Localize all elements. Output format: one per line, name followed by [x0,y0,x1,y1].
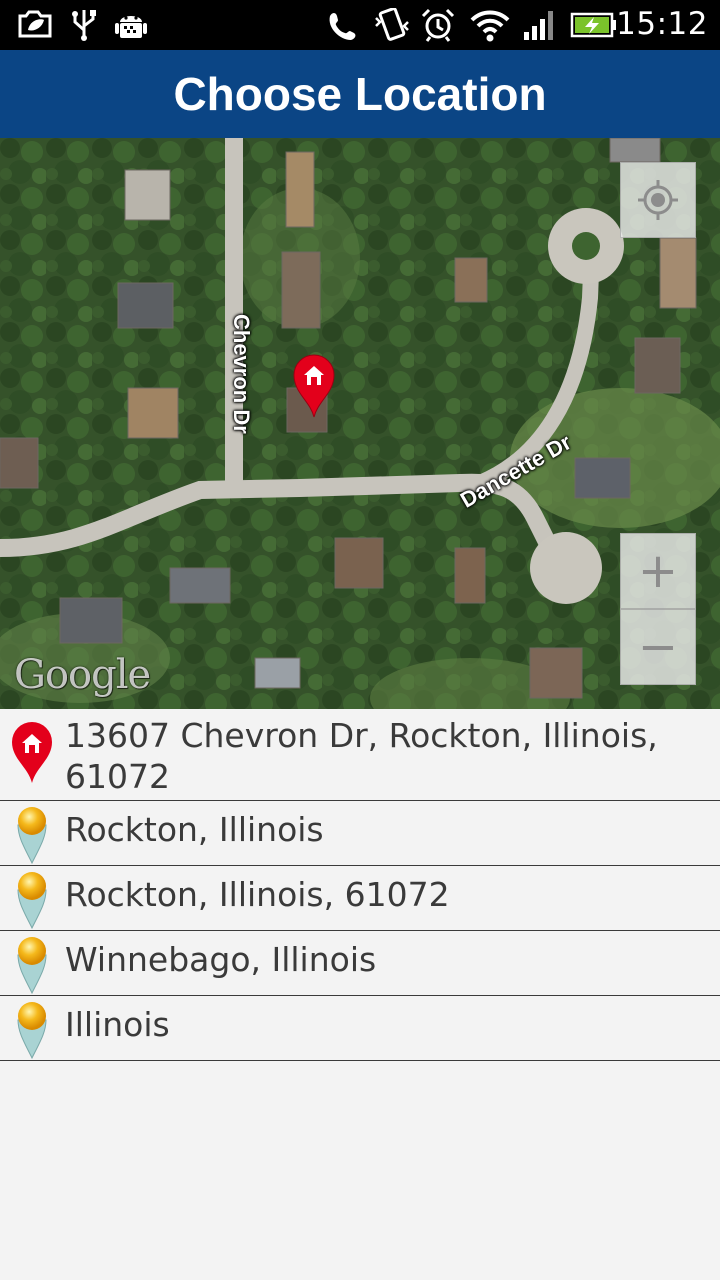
google-attribution: Google [14,652,151,698]
battery-charging-icon [570,12,616,38]
zoom-in-button[interactable]: + [620,533,696,609]
street-label-chevron: Chevron Dr [229,314,254,434]
my-location-button[interactable] [620,162,696,238]
map-view[interactable]: Chevron Dr Dancette Dr + − Google [0,138,720,709]
usb-icon [72,10,96,41]
list-item[interactable]: Rockton, Illinois, 61072 [0,866,720,931]
list-item[interactable]: Rockton, Illinois [0,801,720,866]
yellow-pin-icon [17,872,47,930]
red-home-pin-icon [12,722,52,783]
vibrate-icon [375,8,409,41]
clock-time: 15:12 [616,6,708,42]
list-item[interactable]: 13607 Chevron Dr, Rockton, Illinois, 610… [0,709,720,801]
location-label: 13607 Chevron Dr, Rockton, Illinois, 610… [65,716,658,796]
location-label: Winnebago, Illinois [65,940,377,979]
location-label: Rockton, Illinois, 61072 [65,875,450,914]
yellow-pin-icon [17,1002,47,1060]
satellite-imagery [0,138,720,709]
title-bar: Choose Location [0,50,720,138]
location-label: Illinois [65,1005,170,1044]
zoom-out-button[interactable]: − [620,609,696,685]
zoom-out-label: − [637,619,679,675]
location-list: 13607 Chevron Dr, Rockton, Illinois, 610… [0,709,720,1061]
list-item[interactable]: Illinois [0,996,720,1061]
crosshair-icon [638,180,678,220]
wifi-icon [470,10,510,42]
zoom-in-label: + [637,543,679,599]
android-debug-icon [115,16,147,38]
map-home-pin-icon[interactable] [290,353,338,419]
screenshot-icon [18,10,52,38]
signal-icon [524,11,553,40]
alarm-icon [421,8,455,42]
phone-icon [329,13,356,40]
location-label: Rockton, Illinois [65,810,324,849]
list-item[interactable]: Winnebago, Illinois [0,931,720,996]
page-title: Choose Location [173,68,547,120]
yellow-pin-icon [17,937,47,995]
status-bar: 15:12 [0,0,720,50]
yellow-pin-icon [17,807,47,865]
